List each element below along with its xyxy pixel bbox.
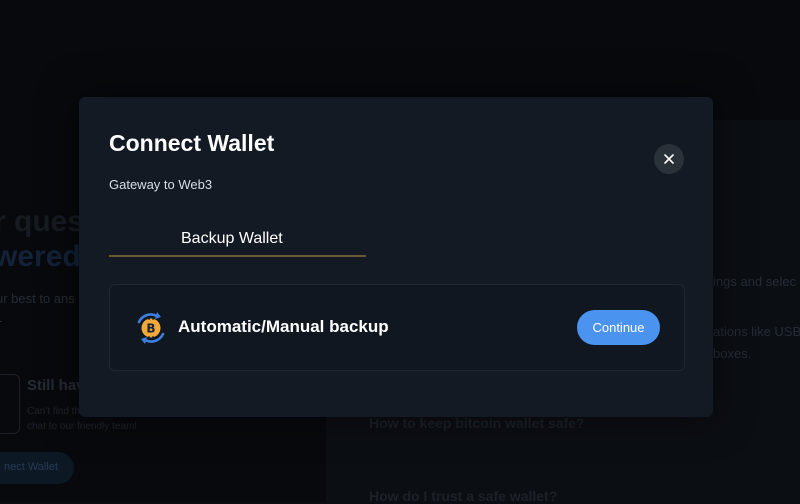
backup-option-card[interactable]: B Automatic/Manual backup Continue — [109, 284, 685, 371]
connect-wallet-modal: Connect Wallet Gateway to Web3 Backup Wa… — [79, 97, 713, 417]
modal-subtitle: Gateway to Web3 — [109, 177, 213, 192]
tab-label: Backup Wallet — [181, 230, 283, 247]
modal-title: Connect Wallet — [109, 130, 275, 156]
close-button[interactable] — [654, 144, 684, 174]
bitcoin-icon: B — [137, 312, 165, 344]
close-icon — [664, 154, 674, 164]
backup-option-label: Automatic/Manual backup — [178, 317, 389, 336]
tab-backup-wallet[interactable]: Backup Wallet — [109, 223, 366, 257]
svg-text:B: B — [146, 322, 155, 336]
continue-button[interactable]: Continue — [577, 310, 660, 345]
